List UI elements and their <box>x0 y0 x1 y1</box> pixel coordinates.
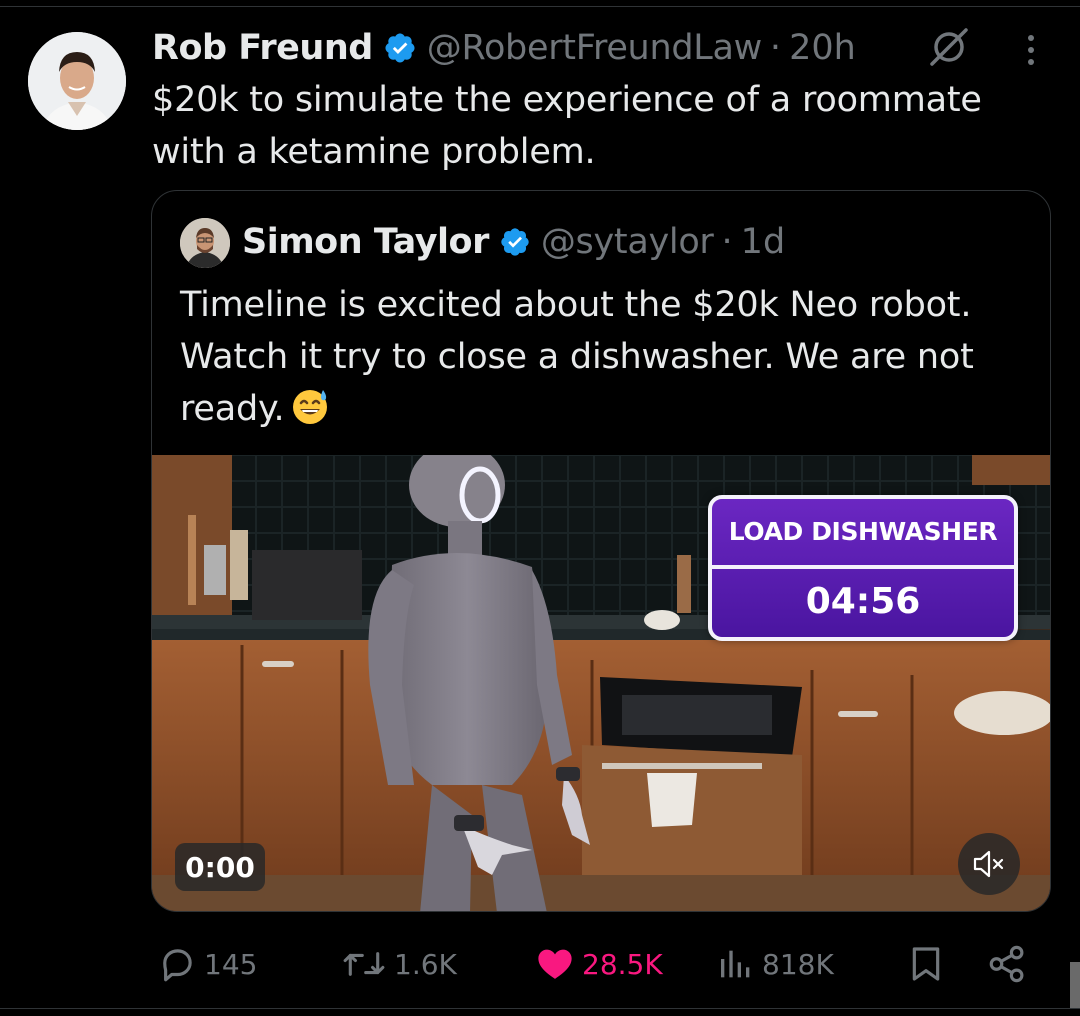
repost-button[interactable]: 1.6K <box>340 936 457 992</box>
reply-button[interactable]: 145 <box>156 936 257 992</box>
quoted-tweet-text-block: Timeline is excited about the $20k Neo r… <box>180 279 1020 435</box>
verified-badge-icon <box>383 31 417 65</box>
author-avatar[interactable] <box>28 32 126 130</box>
scrollbar-thumb[interactable] <box>1070 962 1080 1008</box>
reply-icon <box>163 949 192 982</box>
quoted-tweet-header: Simon Taylor @sytaylor · 1d <box>242 217 785 267</box>
author-name[interactable]: Rob Freund <box>152 28 373 68</box>
video-timecode: 0:00 <box>175 843 265 891</box>
overlay-divider <box>712 565 1014 569</box>
author-handle[interactable]: @RobertFreundLaw <box>427 28 762 68</box>
verified-badge-icon <box>499 226 531 258</box>
bookmark-icon <box>912 947 940 981</box>
tweet-actions: 145 1.6K 28.5K 818K <box>0 936 1080 992</box>
like-button[interactable]: 28.5K <box>534 936 663 992</box>
quoted-author-avatar[interactable] <box>180 218 230 268</box>
separator-dot: · <box>769 28 782 68</box>
overlay-timer: 04:56 <box>805 581 921 622</box>
heart-filled-icon <box>538 949 572 979</box>
grinning-face-with-sweat-icon <box>290 386 330 426</box>
views-button[interactable]: 818K <box>716 936 834 992</box>
separator-dot: · <box>721 222 733 262</box>
views-count: 818K <box>762 947 834 981</box>
quoted-tweet[interactable]: Simon Taylor @sytaylor · 1d Timeline is … <box>151 190 1051 912</box>
more-options-icon[interactable] <box>1022 32 1040 68</box>
share-button[interactable] <box>986 936 1034 992</box>
tweet-header: Rob Freund @RobertFreundLaw · 20h <box>152 24 856 72</box>
views-chart-icon <box>721 950 750 978</box>
like-count: 28.5K <box>582 947 663 981</box>
tweet-text: $20k to simulate the experience of a roo… <box>152 80 982 172</box>
task-overlay: LOAD DISHWASHER 04:56 <box>708 495 1018 641</box>
quoted-author-handle[interactable]: @sytaylor <box>541 222 714 262</box>
reply-count: 145 <box>204 947 258 981</box>
bookmark-button[interactable] <box>906 936 952 992</box>
timecode-text: 0:00 <box>185 850 255 884</box>
share-icon <box>989 945 1024 983</box>
quoted-author-name[interactable]: Simon Taylor <box>242 222 489 262</box>
tweet-time[interactable]: 20h <box>789 28 856 68</box>
video-player[interactable]: LOAD DISHWASHER 04:56 0:00 <box>152 455 1050 911</box>
repost-count: 1.6K <box>394 947 457 981</box>
mute-button[interactable] <box>958 833 1020 895</box>
top-divider <box>0 6 1080 7</box>
bottom-divider <box>0 1008 1080 1009</box>
grok-icon[interactable] <box>928 26 970 68</box>
speaker-muted-icon <box>973 850 1004 878</box>
quoted-tweet-time[interactable]: 1d <box>741 222 786 262</box>
overlay-label: LOAD DISHWASHER <box>728 517 998 546</box>
repost-icon <box>343 952 385 976</box>
